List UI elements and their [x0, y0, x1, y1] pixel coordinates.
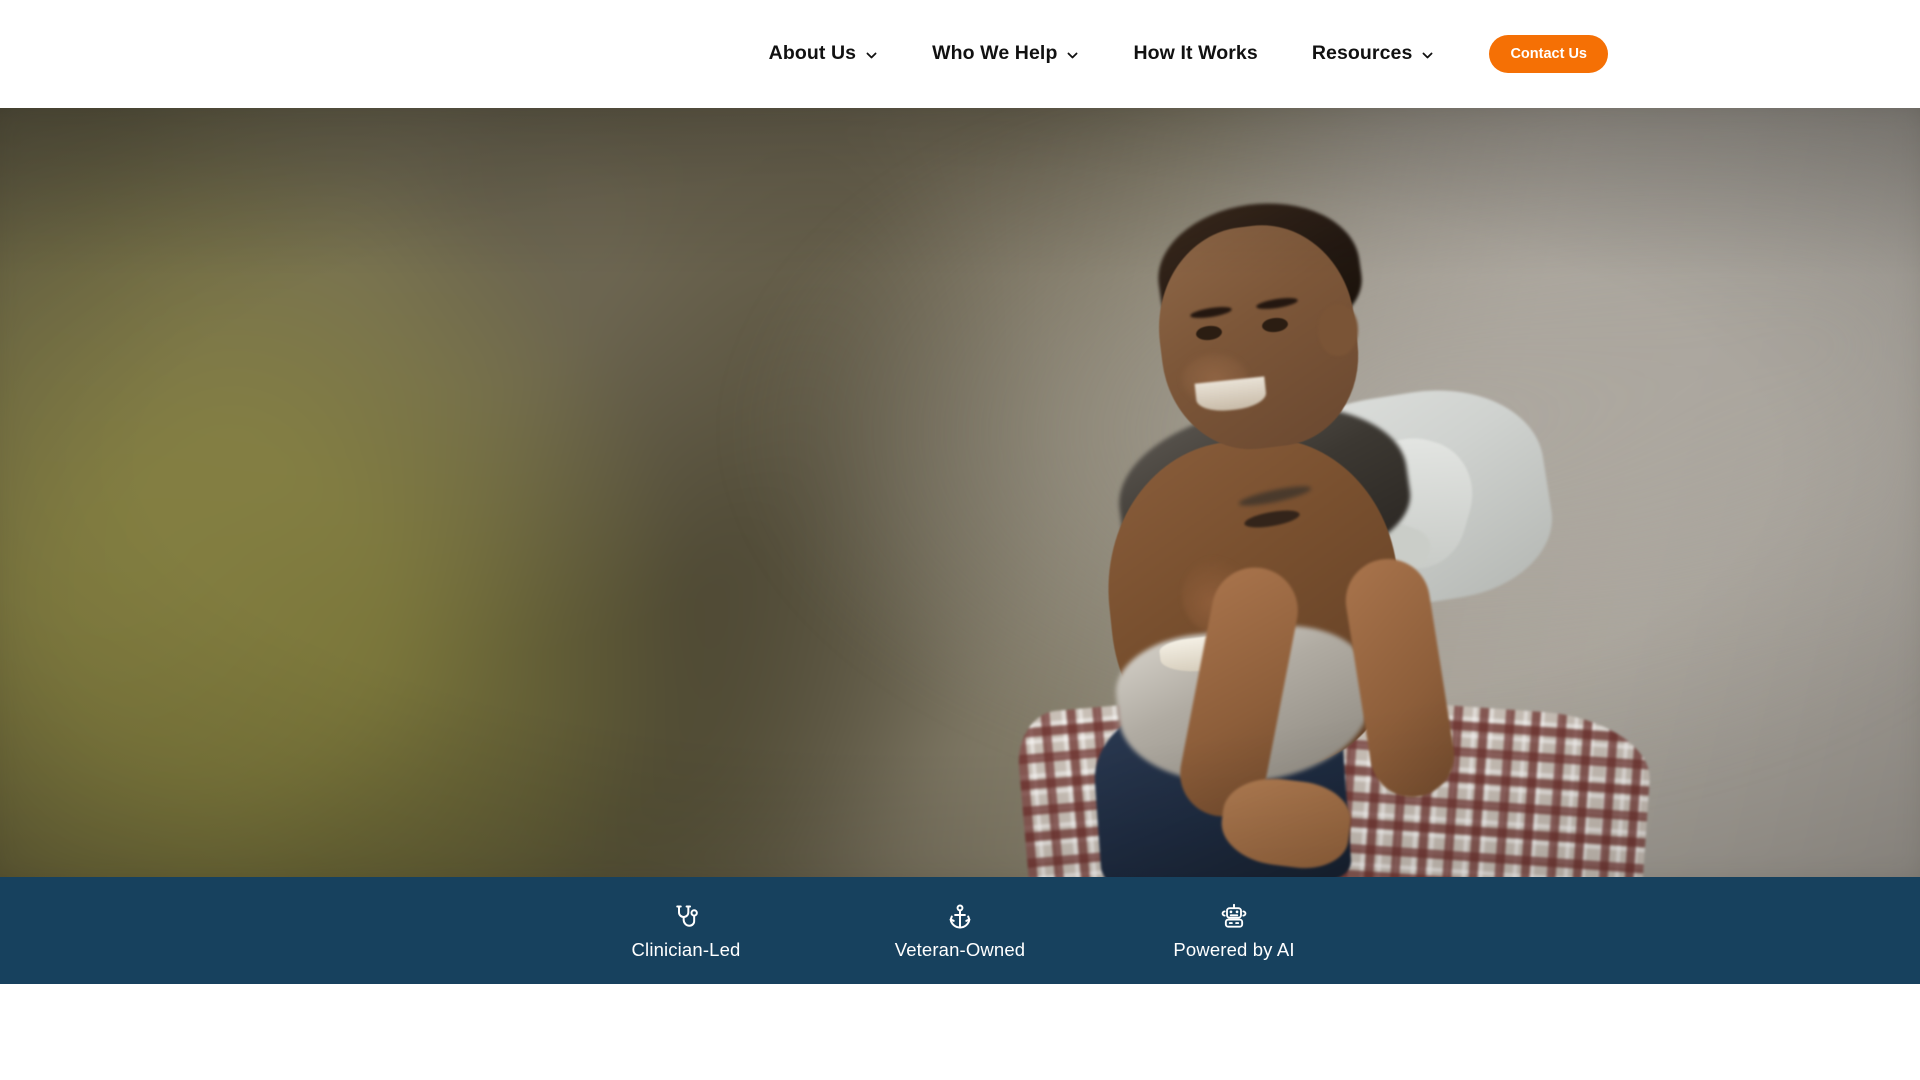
nav-item-who-we-help[interactable]: Who We Help: [905, 0, 1106, 108]
nav-item-label: About Us: [768, 42, 857, 65]
contact-us-button[interactable]: Contact Us: [1489, 35, 1608, 73]
anchor-icon: [945, 902, 975, 932]
stethoscope-icon: [671, 902, 701, 932]
nav-item-about-us[interactable]: About Us: [742, 0, 905, 108]
nav-item-how-it-works[interactable]: How It Works: [1106, 0, 1284, 108]
trust-item-veteran-owned: Veteran-Owned: [823, 902, 1097, 960]
site-header: About Us Who We Help How It Works Resour…: [0, 0, 1920, 108]
hero-section: [0, 108, 1920, 877]
chevron-down-icon: [1066, 49, 1079, 62]
main-navigation: About Us Who We Help How It Works Resour…: [742, 0, 1608, 108]
hero-subjects: [1000, 108, 1920, 877]
trust-item-label: Powered by AI: [1173, 938, 1295, 960]
trust-item-clinician-led: Clinician-Led: [549, 902, 823, 960]
below-fold-content-area: [0, 984, 1920, 1080]
trust-item-label: Clinician-Led: [631, 938, 741, 960]
child-ear: [1318, 304, 1358, 356]
nav-item-label: Resources: [1311, 42, 1413, 65]
nav-item-label: Who We Help: [932, 42, 1058, 65]
nav-item-label: How It Works: [1133, 42, 1258, 65]
robot-icon: [1219, 902, 1249, 932]
hero-photo: [0, 108, 1920, 877]
trust-banner: Clinician-Led Veteran-Owned Powered by A…: [0, 877, 1920, 984]
logo-slot[interactable]: [0, 0, 500, 108]
trust-banner-items: Clinician-Led Veteran-Owned Powered by A…: [549, 902, 1371, 960]
trust-item-label: Veteran-Owned: [894, 938, 1026, 960]
chevron-down-icon: [865, 49, 878, 62]
chevron-down-icon: [1421, 49, 1434, 62]
trust-item-powered-by-ai: Powered by AI: [1097, 902, 1371, 960]
nav-item-resources[interactable]: Resources: [1285, 0, 1462, 108]
